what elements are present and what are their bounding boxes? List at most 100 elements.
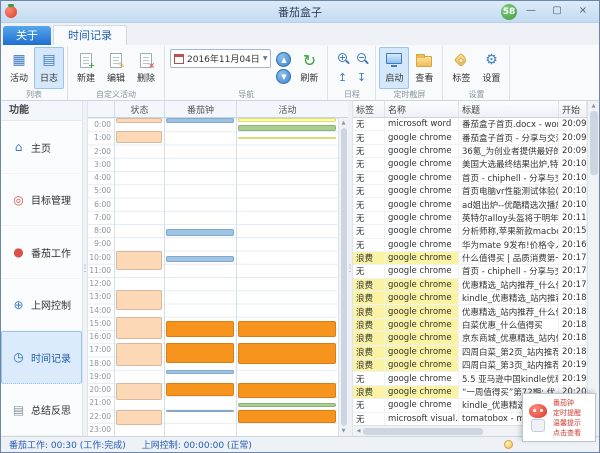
notification-popup[interactable]: 番茄钟定时提醒温馨提示点击查看 bbox=[522, 393, 596, 442]
timeline-block[interactable] bbox=[116, 383, 162, 400]
table-row[interactable]: 无google chrome36氪_为创业者提供最好的产...20:09 bbox=[353, 145, 587, 158]
column-header-title[interactable]: 标题 bbox=[459, 101, 559, 117]
column-header-name[interactable]: 名称 bbox=[385, 101, 459, 117]
table-row[interactable]: 无google chrome美国大选最终结果出炉,特朗...20:10 bbox=[353, 158, 587, 171]
start-capture-button[interactable]: 启动 bbox=[379, 47, 409, 89]
table-hscrollbar-thumb[interactable] bbox=[363, 428, 483, 435]
close-button[interactable]: × bbox=[571, 3, 595, 20]
edit-button[interactable]: ✎ 编辑 bbox=[101, 47, 131, 89]
table-row[interactable]: 无google chrome番茄盒子首页 - 分享与交流搜...20:09 bbox=[353, 131, 587, 144]
table-row[interactable]: 无google chrome5.5 亚马逊中国kindle优惠...20:19 bbox=[353, 372, 587, 385]
timeline-scrollbar[interactable]: ▲ ▼ bbox=[338, 118, 348, 436]
scrollbar-up-icon[interactable]: ▲ bbox=[592, 102, 596, 110]
sidebar-item-tomato[interactable]: ●番茄工作 bbox=[1, 226, 82, 279]
table-row[interactable]: 浪费google chrome京东商城_优惠精选_站内优惠...20:18 bbox=[353, 332, 587, 345]
zoom-out-button[interactable]: − bbox=[352, 48, 370, 67]
view-capture-button[interactable]: 查看 bbox=[409, 47, 439, 89]
sidebar-item-review[interactable]: ▤总结反思 bbox=[1, 384, 82, 437]
timeline-block[interactable] bbox=[116, 317, 162, 340]
table-row[interactable]: 无microsoft word番茄盒子首页.docx - word20:09 bbox=[353, 118, 587, 131]
tag-button[interactable]: 标签 bbox=[446, 47, 476, 89]
timeline-block[interactable] bbox=[166, 321, 234, 337]
sidebar-item-network[interactable]: ⊕上网控制 bbox=[1, 279, 82, 332]
timeline-block[interactable] bbox=[238, 125, 336, 132]
table-row[interactable]: 浪费google chrome四周白菜_第3页_站内推荐_...20:19 bbox=[353, 359, 587, 372]
scrollbar-down-icon[interactable]: ▼ bbox=[342, 427, 346, 435]
table-row[interactable]: 无google chrome分析师称,苹果新款macbook ...20:15 bbox=[353, 225, 587, 238]
table-row[interactable]: 无google chromead姐出炉--优酷精选次播放...20:10 bbox=[353, 198, 587, 211]
scrollbar-up-icon[interactable]: ▲ bbox=[342, 119, 346, 127]
log-view-button[interactable]: ▤ 日志 bbox=[34, 47, 64, 89]
zoom-in-button[interactable]: + bbox=[333, 48, 351, 67]
table-row[interactable]: 浪费google chromekindle_优惠精选_站内推荐_什...20:1… bbox=[353, 292, 587, 305]
timeline-block[interactable] bbox=[166, 256, 234, 263]
timeline-col-header-status[interactable]: 状态 bbox=[114, 101, 164, 117]
timeline-block[interactable] bbox=[166, 383, 234, 396]
titlebar[interactable]: 番茄盒子 58 — ▢ × bbox=[1, 1, 599, 23]
timeline-block[interactable] bbox=[238, 343, 336, 364]
hint-bulb-icon[interactable] bbox=[504, 440, 513, 449]
table-vscrollbar[interactable]: ▲ ▼ bbox=[587, 101, 599, 436]
timeline-col-header-pomodoro[interactable]: 番茄钟 bbox=[164, 101, 236, 117]
score-badge[interactable]: 58 bbox=[501, 4, 517, 20]
table-row[interactable]: 浪费google chrome什么值得买 | 品质消费第一站...20:17 bbox=[353, 252, 587, 265]
table-row[interactable]: 浪费google chrome四周白菜_第2页_站内推荐_...20:18 bbox=[353, 346, 587, 359]
timeline-block[interactable] bbox=[116, 251, 162, 271]
cell-name: google chrome bbox=[385, 332, 459, 344]
sidebar-item-target[interactable]: ◎目标管理 bbox=[1, 174, 82, 227]
table-row[interactable]: 浪费google chrome优惠精选_站内推荐_什么值得...20:18 bbox=[353, 305, 587, 318]
table-row[interactable]: 无google chrome英特尔alloy头盔将于明年下...20:11 bbox=[353, 212, 587, 225]
maximize-button[interactable]: ▢ bbox=[545, 3, 569, 20]
timeline-block[interactable] bbox=[116, 410, 162, 426]
activity-view-button[interactable]: ▦ 活动 bbox=[4, 47, 34, 89]
timeline-col-1[interactable] bbox=[164, 118, 236, 436]
date-picker[interactable]: 2016年11月04日 ▼ bbox=[170, 49, 271, 68]
timeline-block[interactable] bbox=[238, 383, 336, 398]
cell-name: google chrome bbox=[385, 225, 459, 237]
scroll-top-button[interactable]: ↥ bbox=[333, 68, 351, 87]
column-header-start[interactable]: 开始 bbox=[559, 101, 587, 117]
timeline-block[interactable] bbox=[238, 410, 336, 423]
timeline-col-2[interactable] bbox=[236, 118, 338, 436]
timeline-block[interactable] bbox=[238, 118, 336, 122]
timeline-block[interactable] bbox=[166, 370, 234, 374]
table-row[interactable]: 无google chrome华为mate 9发布!价格令人失...20:16 bbox=[353, 239, 587, 252]
table-row[interactable]: 无google chrome首页 - chiphell - 分享与交流...20… bbox=[353, 265, 587, 278]
table-row[interactable]: 无google chrome首页 - chiphell - 分享与交流[...2… bbox=[353, 172, 587, 185]
tab-time-record[interactable]: 时间记录 bbox=[53, 25, 127, 45]
timeline-block[interactable] bbox=[116, 343, 162, 366]
timeline-block[interactable] bbox=[116, 118, 162, 123]
prev-day-button[interactable]: ▲ bbox=[276, 52, 291, 67]
scrollbar-left-icon[interactable]: ◀ bbox=[354, 428, 363, 434]
column-header-tag[interactable]: 标签 bbox=[353, 101, 385, 117]
about-tab-button[interactable]: 关于 bbox=[3, 26, 51, 45]
delete-button[interactable]: × 删除 bbox=[131, 47, 161, 89]
minimize-button[interactable]: — bbox=[519, 3, 543, 20]
table-vscrollbar-thumb[interactable] bbox=[590, 111, 598, 175]
timeline-block[interactable] bbox=[166, 410, 234, 413]
scroll-bottom-button[interactable]: ↧ bbox=[352, 68, 370, 87]
timeline-block[interactable] bbox=[166, 343, 234, 363]
timeline-block[interactable] bbox=[166, 229, 234, 236]
timeline-scrollbar-thumb[interactable] bbox=[341, 128, 347, 426]
timeline-block[interactable] bbox=[238, 321, 336, 337]
sidebar-item-clock[interactable]: ◷时间记录 bbox=[1, 331, 82, 384]
timeline-block[interactable] bbox=[116, 131, 162, 143]
settings-button[interactable]: ⚙ 设置 bbox=[476, 47, 506, 89]
timeline-block[interactable] bbox=[238, 137, 336, 140]
sidebar-item-home[interactable]: ⌂主页 bbox=[1, 121, 82, 174]
timeline-block[interactable] bbox=[116, 290, 162, 310]
new-button[interactable]: + 新建 bbox=[71, 47, 101, 89]
table-row[interactable]: 浪费google chrome白菜优惠_什么值得买20:18 bbox=[353, 319, 587, 332]
table-row[interactable]: 浪费google chrome优惠精选_站内推荐_什么值得...20:17 bbox=[353, 279, 587, 292]
timeline-col-0[interactable] bbox=[114, 118, 164, 436]
cell-name: google chrome bbox=[385, 386, 459, 398]
ribbon-group-list: ▦ 活动 ▤ 日志 列表 bbox=[1, 46, 68, 100]
main-area: 功能 ⌂主页◎目标管理●番茄工作⊕上网控制◷时间记录▤总结反思 ⋮ 状态 番茄钟… bbox=[1, 101, 599, 436]
table-row[interactable]: 无google chrome首页电脑vr性能测试体验(...20:10 bbox=[353, 185, 587, 198]
next-day-button[interactable]: ▼ bbox=[276, 69, 291, 84]
timeline-col-header-activity[interactable]: 活动 bbox=[236, 101, 338, 117]
timeline-block[interactable] bbox=[238, 403, 336, 407]
refresh-button[interactable]: ↻ 刷新 bbox=[294, 47, 324, 89]
timeline-block[interactable] bbox=[166, 118, 234, 123]
